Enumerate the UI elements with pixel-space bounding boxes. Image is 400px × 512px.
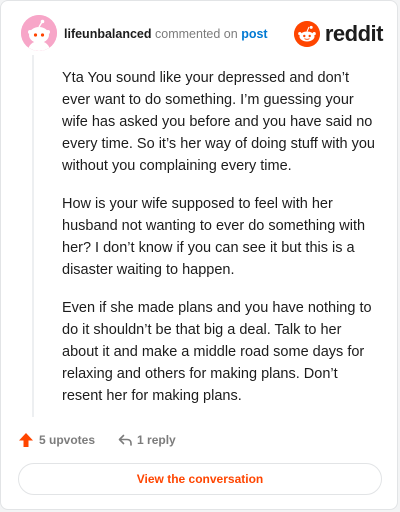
comment-footer: 5 upvotes 1 reply	[18, 429, 176, 451]
comment-paragraph: Yta You sound like your depressed and do…	[62, 70, 375, 174]
thread-line	[32, 55, 34, 417]
avatar[interactable]	[21, 15, 57, 51]
upvote-count: 5 upvotes	[39, 433, 96, 447]
comment-paragraph: Even if she made plans and you have noth…	[62, 300, 372, 404]
comment-meta: lifeunbalanced commented on post	[64, 27, 268, 41]
reply-button[interactable]: 1 reply	[117, 432, 176, 448]
post-link[interactable]: post	[241, 27, 267, 41]
reply-arrow-icon	[118, 434, 132, 446]
reddit-logo-icon	[293, 21, 320, 47]
reply-count: 1 reply	[137, 433, 176, 447]
upvote-button[interactable]: 5 upvotes	[18, 432, 95, 448]
comment-card: lifeunbalanced commented on post reddit …	[0, 0, 398, 510]
action-text: commented on	[155, 27, 238, 41]
snoo-avatar-icon	[21, 15, 57, 51]
reddit-wordmark: reddit	[324, 21, 384, 46]
username[interactable]: lifeunbalanced	[64, 27, 152, 41]
reddit-brand[interactable]: reddit	[293, 21, 384, 47]
comment-header: lifeunbalanced commented on post reddit	[13, 15, 385, 55]
comment-paragraph: How is your wife supposed to feel with h…	[62, 196, 366, 278]
view-conversation-button[interactable]: View the conversation	[18, 463, 382, 495]
upvote-arrow-icon	[19, 433, 33, 447]
comment-body: Yta You sound like your depressed and do…	[62, 67, 380, 423]
